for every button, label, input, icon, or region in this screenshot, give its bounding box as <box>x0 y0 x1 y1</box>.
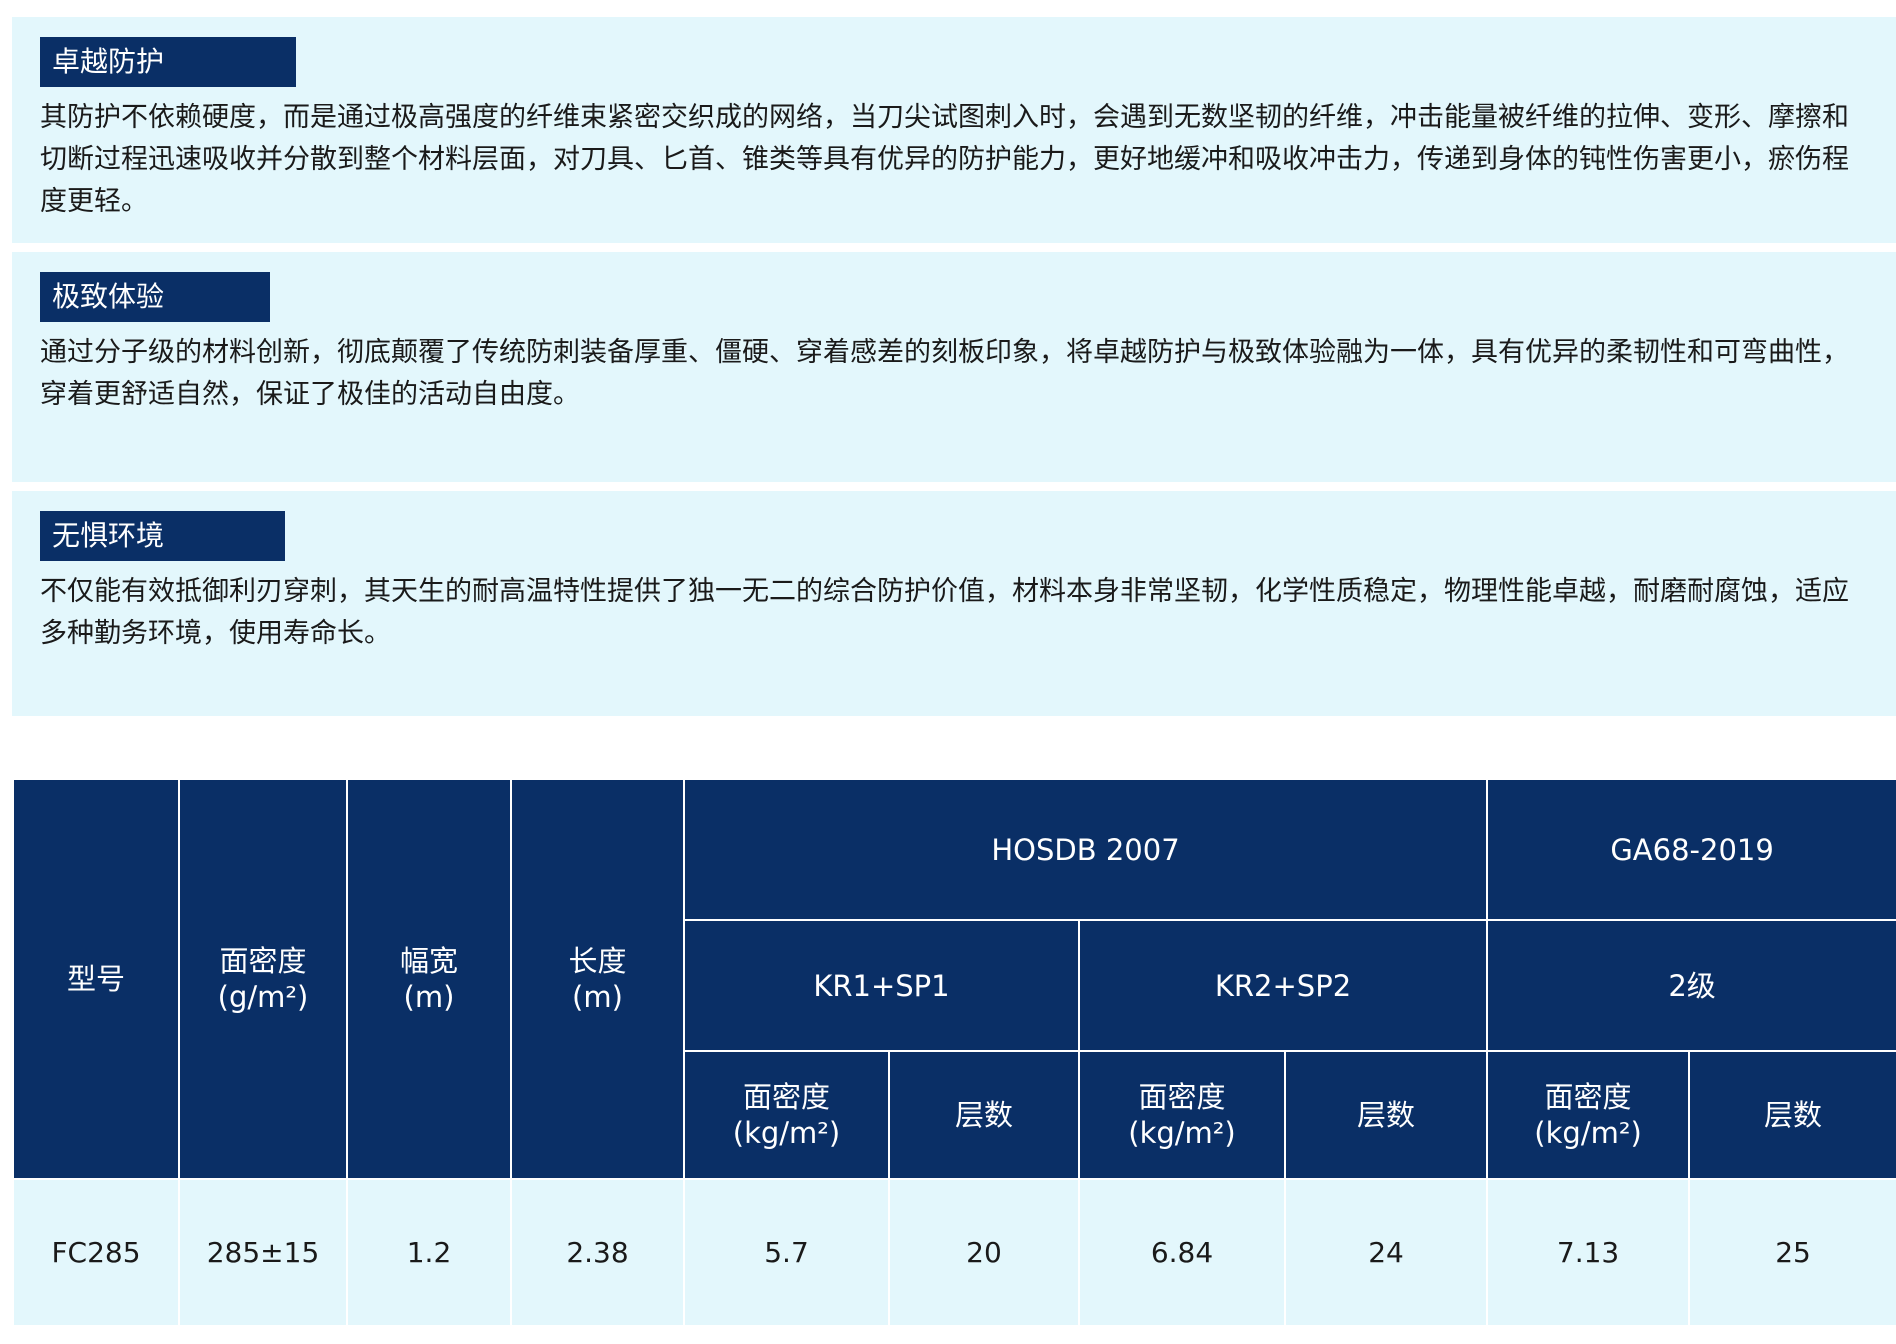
feature-block-environment: 无惧环境 不仅能有效抵御利刃穿刺，其天生的耐高温特性提供了独一无二的综合防护价值… <box>12 491 1896 716</box>
header-length-unit: (m) <box>572 980 623 1014</box>
header-length-label: 长度 <box>568 944 627 978</box>
header-ga-layers: 层数 <box>1688 1050 1896 1180</box>
header-width-unit: (m) <box>403 980 455 1014</box>
header-ga-density: 面密度 (kg/m²) <box>1486 1050 1691 1180</box>
header-level-kr1: KR1+SP1 <box>683 919 1080 1052</box>
cell-model: FC285 <box>12 1178 180 1327</box>
feature-title: 无惧环境 <box>40 511 285 561</box>
cell-areal-density: 285±15 <box>178 1178 348 1327</box>
cell-kr1-layers: 20 <box>888 1178 1080 1327</box>
feature-text: 不仅能有效抵御利刃穿刺，其天生的耐高温特性提供了独一无二的综合防护价值，材料本身… <box>40 576 1849 649</box>
header-level-ga: 2级 <box>1486 919 1896 1052</box>
table-row: FC285 285±15 1.2 2.38 5.7 20 6.84 24 7.1… <box>12 1178 1896 1327</box>
cell-ga-layers: 25 <box>1688 1178 1896 1327</box>
header-areal-density-label: 面密度 <box>219 944 307 978</box>
header-kr1-layers: 层数 <box>888 1050 1080 1180</box>
spec-table: 型号 面密度 (g/m²) 幅宽 (m) 长度 (m) HOSDB 2007 G… <box>12 778 1896 1327</box>
header-kr1-density: 面密度 (kg/m²) <box>683 1050 890 1180</box>
header-length: 长度 (m) <box>510 778 685 1180</box>
cell-kr2-layers: 24 <box>1283 1178 1489 1327</box>
header-sub-density-unit: (kg/m²) <box>1128 1116 1236 1150</box>
header-sub-density-label: 面密度 <box>742 1080 830 1114</box>
header-standard-ga: GA68-2019 <box>1486 778 1896 921</box>
cell-ga-density: 7.13 <box>1486 1178 1691 1327</box>
header-kr2-layers: 层数 <box>1283 1050 1489 1180</box>
cell-length: 2.38 <box>510 1178 685 1327</box>
feature-text: 其防护不依赖硬度，而是通过极高强度的纤维束紧密交织成的网络，当刀尖试图刺入时，会… <box>40 102 1849 217</box>
header-level-kr2: KR2+SP2 <box>1077 919 1489 1052</box>
header-sub-density-unit: (kg/m²) <box>732 1116 841 1150</box>
header-model: 型号 <box>12 778 180 1180</box>
header-standard-hosdb: HOSDB 2007 <box>682 778 1489 921</box>
header-sub-density-label: 面密度 <box>1544 1080 1632 1114</box>
cell-kr1-density: 5.7 <box>683 1178 890 1327</box>
header-width: 幅宽 (m) <box>346 778 512 1180</box>
header-width-label: 幅宽 <box>399 944 458 978</box>
feature-title: 卓越防护 <box>40 37 296 87</box>
feature-title: 极致体验 <box>40 272 270 322</box>
feature-block-experience: 极致体验 通过分子级的材料创新，彻底颠覆了传统防刺装备厚重、僵硬、穿着感差的刻板… <box>12 252 1896 482</box>
header-sub-density-label: 面密度 <box>1138 1080 1226 1114</box>
feature-text: 通过分子级的材料创新，彻底颠覆了传统防刺装备厚重、僵硬、穿着感差的刻板印象，将卓… <box>40 337 1849 410</box>
cell-kr2-density: 6.84 <box>1078 1178 1286 1327</box>
header-kr2-density: 面密度 (kg/m²) <box>1078 1050 1286 1180</box>
feature-block-protection: 卓越防护 其防护不依赖硬度，而是通过极高强度的纤维束紧密交织成的网络，当刀尖试图… <box>12 17 1896 243</box>
cell-width: 1.2 <box>346 1178 512 1327</box>
header-areal-density: 面密度 (g/m²) <box>178 778 348 1180</box>
header-sub-density-unit: (kg/m²) <box>1534 1116 1642 1150</box>
header-areal-density-unit: (g/m²) <box>217 980 309 1014</box>
